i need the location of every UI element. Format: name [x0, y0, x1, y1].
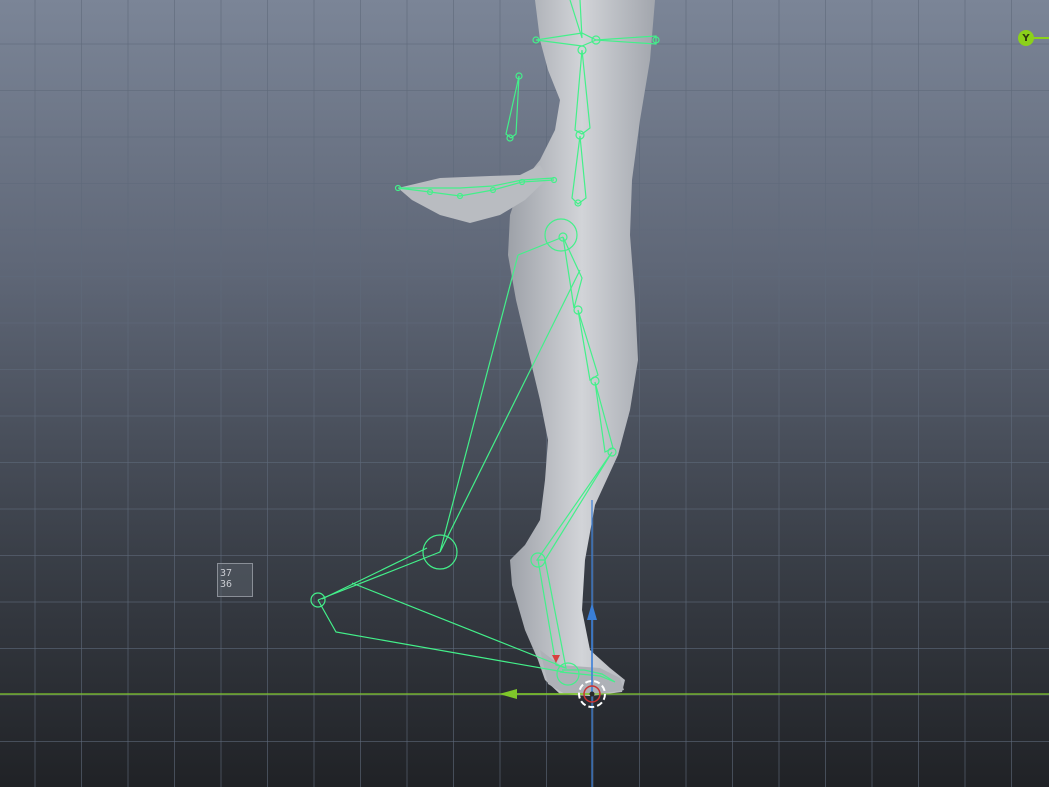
viewport-scene[interactable]: [0, 0, 1049, 787]
ik-line-knee-foot[interactable]: [317, 551, 441, 601]
pivot-center: [589, 691, 595, 697]
axis-y-icon[interactable]: Y: [1018, 30, 1034, 46]
axis-y-label: Y: [1022, 32, 1030, 44]
character-mesh[interactable]: [398, 0, 655, 696]
3d-viewport[interactable]: Y 37 36: [0, 0, 1049, 787]
viewport-grid: [0, 0, 1049, 787]
coordinate-readout: 37 36: [217, 563, 253, 597]
ik-line-hip-knee[interactable]: [439, 254, 519, 553]
axis-gizmo[interactable]: Y: [1018, 30, 1049, 46]
coordinate-readout-line-2: 36: [220, 579, 233, 590]
coordinate-readout-line-1: 37: [220, 568, 233, 579]
joint-aux-bottom[interactable]: [506, 134, 514, 142]
arrow-left-icon[interactable]: [499, 689, 517, 699]
bone-aux[interactable]: [505, 75, 520, 139]
mesh-torso[interactable]: [508, 0, 655, 696]
arrow-up-icon[interactable]: [587, 603, 597, 620]
axis-y-line: [1033, 37, 1049, 39]
